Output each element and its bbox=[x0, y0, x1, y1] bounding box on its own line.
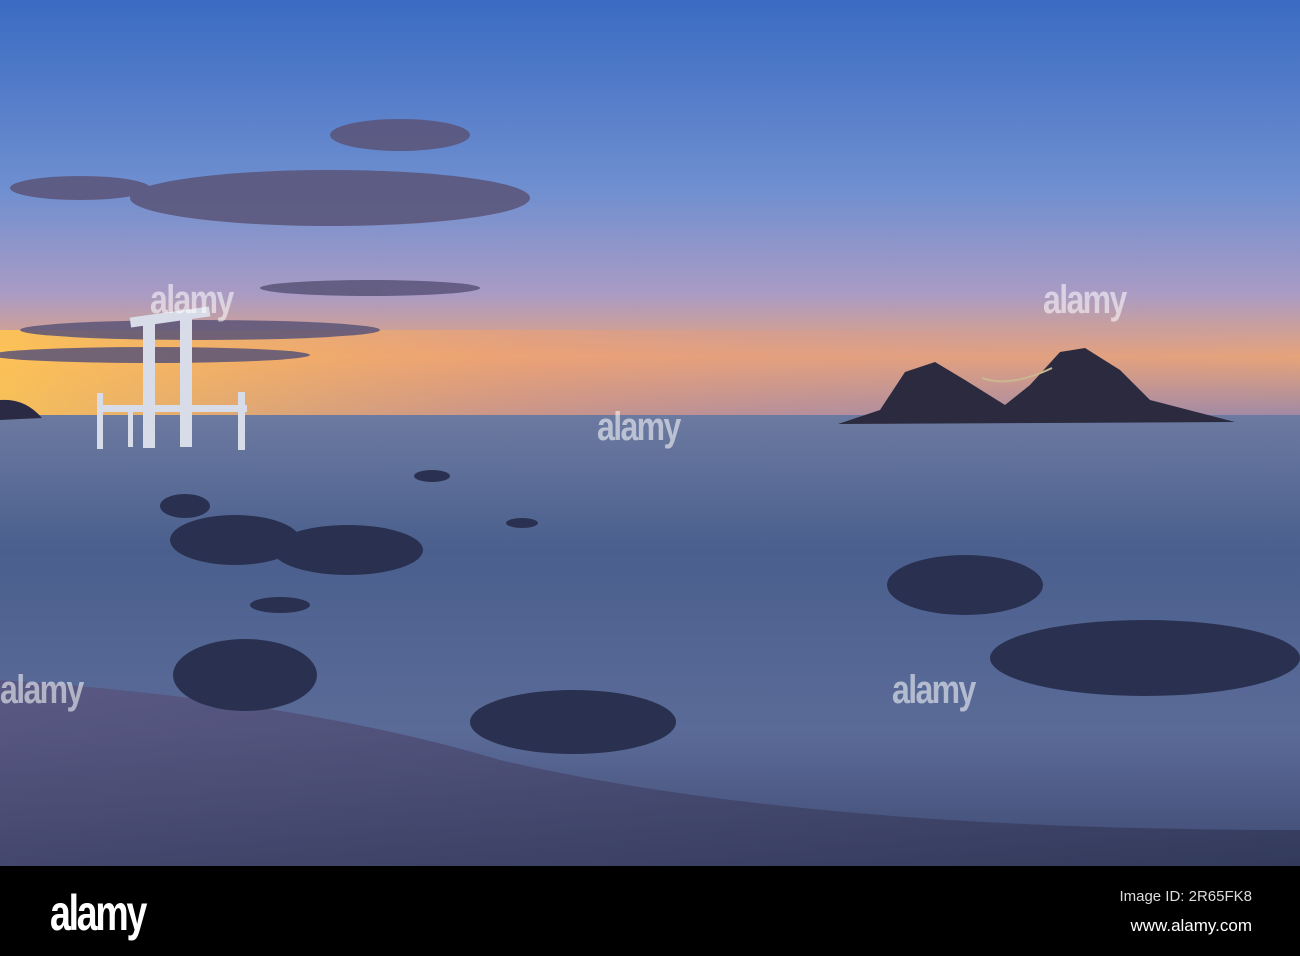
watermark: alamy bbox=[1043, 278, 1127, 322]
alamy-logo: alamy bbox=[50, 885, 147, 941]
site-url[interactable]: www.alamy.com bbox=[1130, 916, 1252, 936]
watermark: alamy bbox=[0, 668, 84, 712]
watermark: alamy bbox=[892, 668, 976, 712]
image-id: Image ID: 2R65FK8 bbox=[1119, 888, 1252, 905]
watermark: alamy bbox=[150, 278, 234, 322]
watermark: alamy bbox=[597, 405, 681, 449]
stock-photo-page: alamy alamy alamy alamy alamy alamy Imag… bbox=[0, 0, 1300, 956]
footer-bar: alamy Image ID: 2R65FK8 www.alamy.com bbox=[0, 866, 1300, 956]
